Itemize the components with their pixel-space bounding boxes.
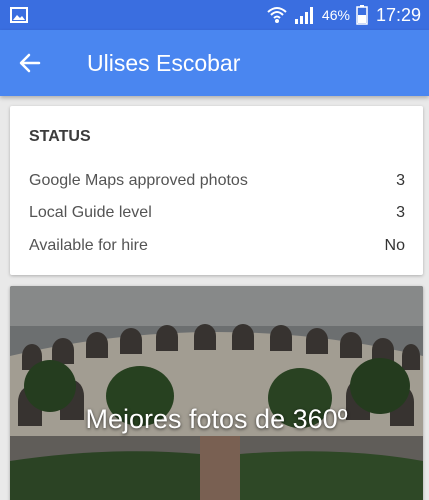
- stat-value: No: [384, 237, 405, 254]
- stat-label: Available for hire: [29, 237, 148, 254]
- app-bar: Ulises Escobar: [0, 30, 429, 96]
- photo-360-card[interactable]: Mejores fotos de 360º: [10, 286, 423, 500]
- stat-value: 3: [396, 204, 405, 221]
- photo-caption: Mejores fotos de 360º: [85, 404, 348, 434]
- system-status-bar: 46% 17:29: [0, 0, 429, 30]
- clock: 17:29: [375, 4, 421, 25]
- gallery-icon: [10, 7, 28, 23]
- signal-icon: [294, 7, 313, 24]
- battery-percent: 46%: [321, 7, 350, 23]
- courtyard-panorama-image: [10, 286, 423, 500]
- status-heading: STATUS: [29, 128, 91, 145]
- wifi-icon: [267, 7, 287, 23]
- stat-label: Local Guide level: [29, 204, 152, 221]
- back-button[interactable]: [8, 41, 52, 85]
- stat-row-available-for-hire: Available for hire No: [29, 235, 405, 257]
- stat-row-approved-photos: Google Maps approved photos 3: [29, 170, 405, 192]
- status-card: STATUS Google Maps approved photos 3 Loc…: [10, 106, 423, 275]
- stat-row-guide-level: Local Guide level 3: [29, 202, 405, 224]
- battery-icon: [356, 5, 368, 25]
- stat-value: 3: [396, 172, 405, 189]
- arrow-back-icon: [19, 53, 41, 73]
- stat-label: Google Maps approved photos: [29, 172, 248, 189]
- page-title: Ulises Escobar: [87, 50, 241, 76]
